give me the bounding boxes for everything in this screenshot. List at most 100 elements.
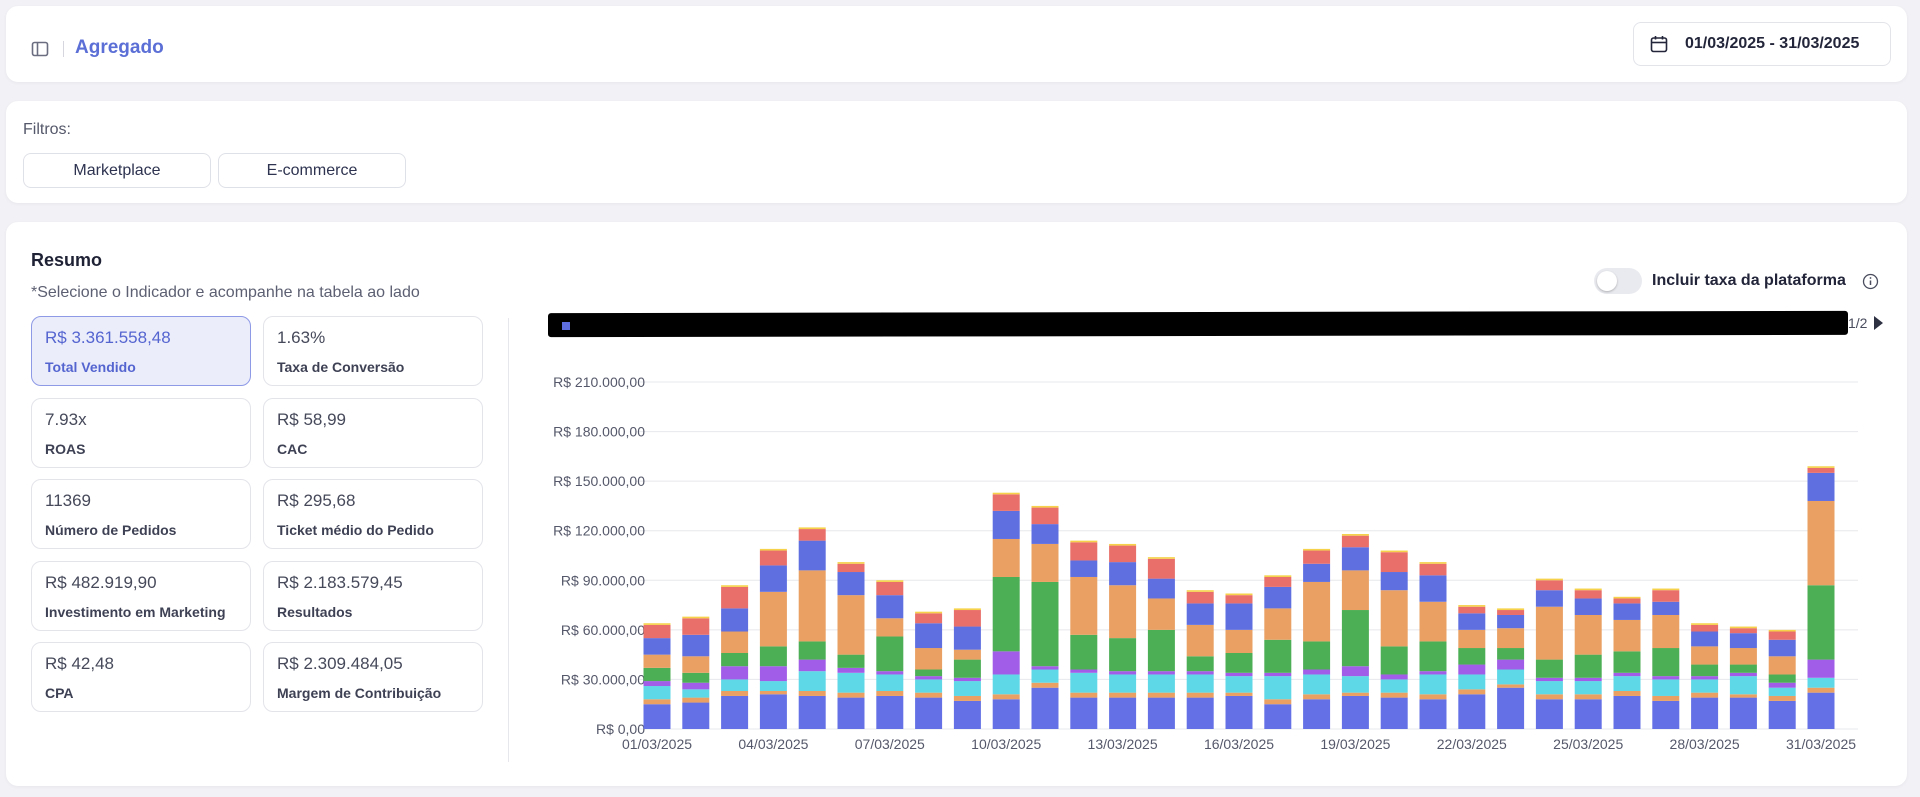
bar-segment — [1613, 619, 1641, 652]
date-range-picker[interactable]: 01/03/2025 - 31/03/2025 — [1633, 22, 1891, 66]
bar-segment — [1497, 608, 1525, 611]
bar-segment — [1147, 557, 1175, 559]
bar-segment — [643, 699, 671, 705]
calendar-icon — [1650, 36, 1668, 53]
bar-segment — [1652, 679, 1680, 696]
bar-segment — [798, 540, 826, 571]
bar-segment — [837, 572, 865, 596]
bar-segment — [682, 616, 710, 619]
bar-segment — [1613, 695, 1641, 729]
bar-segment — [1109, 671, 1137, 675]
bar-segment — [1691, 631, 1719, 647]
bar-segment — [759, 591, 787, 647]
bar-segment — [682, 672, 710, 683]
bar-segment — [1807, 466, 1835, 468]
bar-segment — [1303, 548, 1331, 551]
x-tick-label: 31/03/2025 — [1786, 736, 1856, 752]
bar-segment — [1691, 676, 1719, 680]
x-tick-label: 22/03/2025 — [1437, 736, 1507, 752]
y-tick-label: R$ 30.000,00 — [561, 671, 645, 687]
bar-segment — [1419, 671, 1447, 675]
bar-segment — [1070, 697, 1098, 729]
sales-stacked-bar-chart: R$ 0,00 R$ 30.000,00 R$ 60.000,00 R$ 90.000… — [553, 374, 1858, 752]
y-tick-label: R$ 150.000,00 — [553, 473, 645, 489]
bar-segment — [1109, 638, 1137, 672]
bar-segment — [1264, 639, 1292, 673]
bar-segment — [721, 608, 749, 632]
bar-segment — [643, 686, 671, 700]
bar-segment — [1574, 590, 1602, 599]
bar-segment — [1574, 654, 1602, 678]
summary-panel: Resumo *Selecione o Indicador e acompanh… — [6, 222, 1907, 786]
header-bar: Agregado 01/03/2025 - 31/03/2025 — [6, 6, 1907, 82]
bar-segment — [915, 676, 943, 680]
bar-segment — [1109, 674, 1137, 693]
bar-segment — [1768, 631, 1796, 640]
bar-segment — [1691, 679, 1719, 693]
bar-segment — [1807, 677, 1835, 688]
bar-segment — [1768, 639, 1796, 657]
bar-segment — [1574, 614, 1602, 655]
sidebar-toggle-button[interactable] — [26, 35, 54, 63]
bar-segment — [1807, 692, 1835, 729]
bar-segment — [1031, 581, 1059, 667]
bar-segment — [1768, 695, 1796, 701]
bar-segment — [1574, 681, 1602, 695]
bar-segment — [1303, 641, 1331, 670]
bar-segment — [1341, 676, 1369, 693]
bar-segment — [759, 666, 787, 682]
filter-marketplace-button[interactable]: Marketplace — [23, 153, 211, 188]
filter-ecommerce-button[interactable]: E-commerce — [218, 153, 406, 188]
bar-segment — [837, 672, 865, 693]
bar-segment — [1458, 648, 1486, 665]
bar-segment — [1147, 674, 1175, 693]
bar-segment — [1768, 674, 1796, 683]
bar-segment — [1807, 659, 1835, 678]
sidebar-toggle-icon — [31, 41, 49, 57]
bar-segment — [1109, 543, 1137, 546]
bar-segment — [1380, 692, 1408, 698]
bar-segment — [953, 649, 981, 660]
bar-segment — [1225, 595, 1253, 604]
bar-segment — [876, 595, 904, 619]
bar-segment — [1380, 572, 1408, 591]
x-tick-label: 13/03/2025 — [1088, 736, 1158, 752]
y-tick-label: R$ 180.000,00 — [553, 424, 645, 440]
bar-segment — [1497, 684, 1525, 688]
bar-segment — [1070, 634, 1098, 670]
bar-segment — [992, 694, 1020, 700]
bar-segment — [1186, 697, 1214, 729]
bar-segment — [798, 529, 826, 541]
bar-segment — [721, 690, 749, 696]
bar-segment — [1574, 699, 1602, 729]
bar-segment — [1613, 596, 1641, 599]
bar-segment — [1380, 590, 1408, 647]
bar-segment — [682, 697, 710, 703]
bar-segment — [1031, 666, 1059, 670]
bar-segment — [992, 492, 1020, 495]
bar-segment — [1419, 641, 1447, 672]
bar-segment — [1264, 676, 1292, 700]
bar-segment — [1807, 467, 1835, 473]
filters-panel: Filtros: Marketplace E-commerce — [6, 101, 1907, 203]
bar-segment — [1458, 664, 1486, 675]
bar-segment — [798, 527, 826, 530]
bar-segment — [1147, 558, 1175, 579]
bar-segment — [1380, 550, 1408, 553]
bar-segment — [1264, 576, 1292, 587]
bar-segment — [721, 679, 749, 691]
bar-segment — [1341, 666, 1369, 677]
bar-segment — [1729, 648, 1757, 665]
bar-segment — [1225, 629, 1253, 653]
bar-segment — [992, 699, 1020, 729]
bar-segment — [1109, 562, 1137, 586]
bar-segment — [1070, 576, 1098, 635]
bar-segment — [876, 581, 904, 596]
bar-segment — [1652, 601, 1680, 615]
bar-segment — [1070, 542, 1098, 561]
y-tick-label: R$ 90.000,00 — [561, 572, 645, 588]
bar-segment — [1303, 694, 1331, 700]
bar-segment — [1225, 695, 1253, 729]
bar-segment — [992, 674, 1020, 695]
bar-segment — [1186, 674, 1214, 693]
